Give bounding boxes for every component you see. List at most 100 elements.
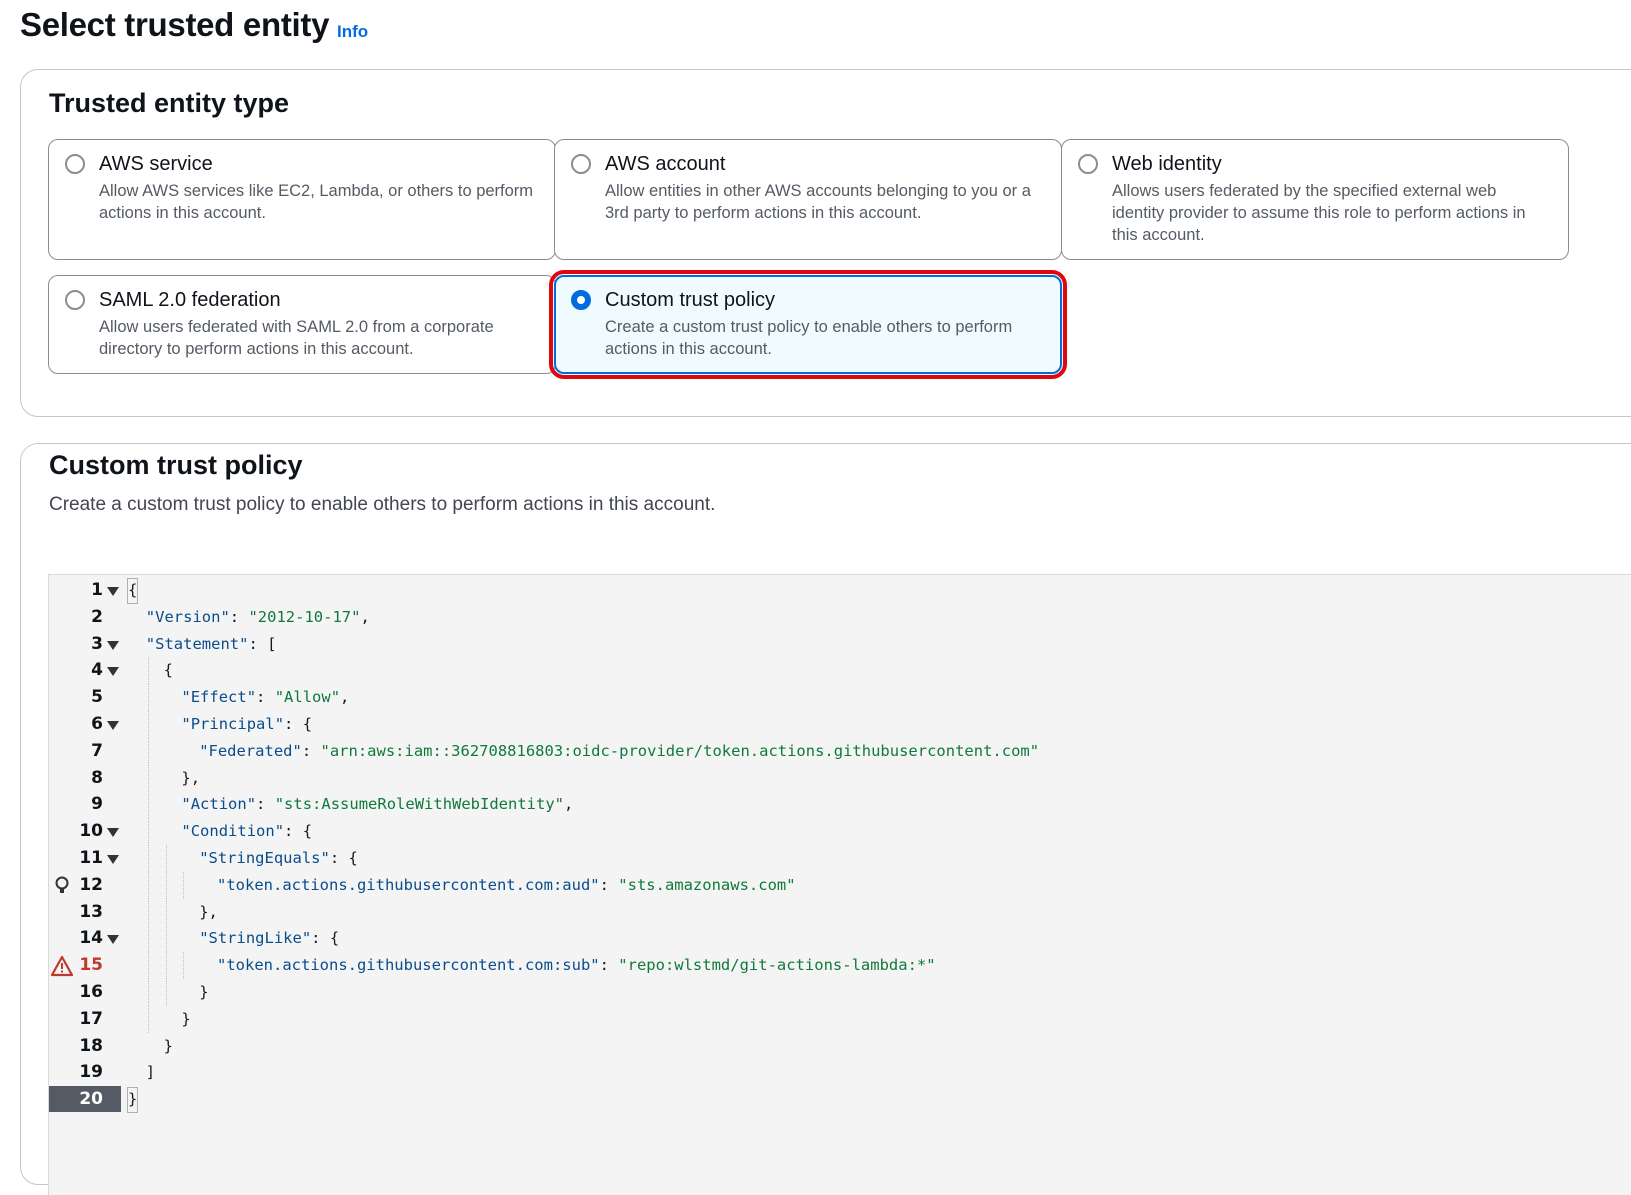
indent-guide <box>147 684 149 712</box>
bracket-match-highlight <box>127 1087 138 1114</box>
line-number: 14 <box>79 928 103 949</box>
code-line[interactable]: 4{ <box>49 657 1631 685</box>
indent-guide <box>183 871 185 899</box>
code-text: "Effect": "Allow", <box>181 688 350 707</box>
code-text: ] <box>145 1063 156 1082</box>
code-line[interactable]: 13}, <box>49 898 1631 926</box>
tile-description: Allow users federated with SAML 2.0 from… <box>99 318 494 358</box>
indent-guide <box>147 1005 149 1033</box>
code-line[interactable]: 11 "StringEquals": { <box>49 845 1631 872</box>
tile-aws-account[interactable]: AWS account Allow entities in other AWS … <box>554 139 1062 260</box>
code-line[interactable]: 18} <box>49 1033 1631 1060</box>
fold-toggle-icon[interactable] <box>107 935 119 945</box>
code-text: "Version": "2012-10-17", <box>145 607 370 626</box>
tile-aws-service[interactable]: AWS service Allow AWS services like EC2,… <box>48 139 556 260</box>
code-line[interactable]: 17} <box>49 1005 1631 1033</box>
section-heading-entity-type: Trusted entity type <box>49 88 290 118</box>
code-text: "token.actions.githubusercontent.com:aud… <box>217 875 796 894</box>
indent-guide <box>183 952 185 980</box>
code-line[interactable]: 7 "Federated": "arn:aws:iam::362708816803… <box>49 737 1631 765</box>
code-text: { <box>163 661 173 680</box>
trusted-entity-panel: Trusted entity type AWS service Allow AW… <box>20 69 1631 417</box>
fold-toggle-icon[interactable] <box>107 855 119 864</box>
fold-toggle-icon[interactable] <box>107 721 119 730</box>
fold-toggle-icon[interactable] <box>107 640 119 650</box>
indent-guide <box>147 657 149 685</box>
indent-guide <box>147 845 149 872</box>
line-number: 3 <box>91 633 103 654</box>
tile-web-identity[interactable]: Web identity Allows users federated by t… <box>1061 139 1569 260</box>
lightbulb-icon[interactable] <box>51 875 73 897</box>
radio-aws-account[interactable] <box>571 154 591 174</box>
code-text: }, <box>181 768 201 787</box>
indent-guide <box>165 925 167 953</box>
code-line[interactable]: 10 "Condition": { <box>49 818 1631 846</box>
radio-web-identity[interactable] <box>1078 154 1098 174</box>
tile-custom-trust-policy[interactable]: Custom trust policy Create a custom trus… <box>549 270 1067 379</box>
line-number: 8 <box>91 767 103 788</box>
code-line[interactable]: 9 "Action": "sts:AssumeRoleWithWebIdentit… <box>49 791 1631 819</box>
code-text: "token.actions.githubusercontent.com:sub… <box>217 956 936 975</box>
line-number: 11 <box>79 848 103 868</box>
line-number: 10 <box>79 821 103 842</box>
line-number: 17 <box>79 1008 103 1029</box>
code-line[interactable]: 3 "Statement": [ <box>49 631 1631 658</box>
code-line[interactable]: 19] <box>49 1059 1631 1086</box>
fold-toggle-icon[interactable] <box>107 587 119 596</box>
fold-toggle-icon[interactable] <box>107 667 119 677</box>
code-line[interactable]: 14 "StringLike": { <box>49 925 1631 953</box>
tile-description: Allows users federated by the specified … <box>1112 182 1526 244</box>
line-number: 16 <box>79 982 103 1002</box>
code-text: "Federated": "arn:aws:iam::362708816803:… <box>199 741 1040 760</box>
code-text: }, <box>199 902 218 921</box>
line-number: 2 <box>91 606 103 627</box>
code-line[interactable]: 2 "Version": "2012-10-17", <box>49 604 1631 631</box>
code-line[interactable]: 20} <box>49 1086 1631 1114</box>
bracket-match-highlight <box>127 578 138 604</box>
section-description: Create a custom trust policy to enable o… <box>49 494 716 515</box>
indent-guide <box>147 764 149 792</box>
code-line[interactable]: 6 "Principal": { <box>49 711 1631 738</box>
code-line[interactable]: 12 "token.actions.githubusercontent.com:a… <box>49 871 1631 899</box>
radio-saml-federation[interactable] <box>65 290 85 310</box>
indent-guide <box>165 845 167 872</box>
line-number: 7 <box>91 740 103 761</box>
line-number: 20 <box>79 1089 103 1110</box>
code-line[interactable]: 15 "token.actions.githubusercontent.com:s… <box>49 952 1631 980</box>
code-text: "Condition": { <box>181 822 313 841</box>
radio-custom-trust-policy[interactable] <box>571 290 591 310</box>
line-number: 18 <box>79 1035 103 1056</box>
tile-title: Web identity <box>1112 153 1222 175</box>
tile-title: SAML 2.0 federation <box>99 289 281 311</box>
indent-guide <box>147 818 149 846</box>
code-text: "Action": "sts:AssumeRoleWithWebIdentity… <box>181 795 574 814</box>
code-line[interactable]: 8}, <box>49 764 1631 792</box>
tile-title: Custom trust policy <box>605 289 776 311</box>
code-line[interactable]: 5 "Effect": "Allow", <box>49 684 1631 712</box>
code-text: } <box>181 1009 191 1028</box>
code-text: "Principal": { <box>181 715 313 733</box>
custom-trust-policy-panel: Custom trust policy Create a custom trus… <box>20 443 1631 1195</box>
line-number: 6 <box>91 714 103 734</box>
fold-toggle-icon[interactable] <box>107 828 119 838</box>
tile-saml-federation[interactable]: SAML 2.0 federation Allow users federate… <box>48 275 556 374</box>
tile-description: Create a custom trust policy to enable o… <box>605 318 1013 358</box>
line-number: 13 <box>79 901 103 922</box>
indent-guide <box>165 898 167 926</box>
code-text: } <box>163 1036 173 1055</box>
line-number: 4 <box>91 660 103 681</box>
indent-guide <box>147 979 149 1006</box>
radio-aws-service[interactable] <box>65 154 85 174</box>
line-number: 9 <box>91 794 103 815</box>
warning-icon[interactable] <box>51 955 73 977</box>
indent-guide <box>147 898 149 926</box>
tile-description: Allow AWS services like EC2, Lambda, or … <box>99 182 534 222</box>
indent-guide <box>147 711 149 738</box>
json-policy-editor[interactable]: 1{2 "Version": "2012-10-17", 3 "Statement":… <box>48 574 1631 1195</box>
info-link[interactable]: Info <box>337 22 368 42</box>
indent-guide <box>147 871 149 899</box>
code-line[interactable]: 1{ <box>49 577 1631 604</box>
code-line[interactable]: 16} <box>49 979 1631 1006</box>
indent-guide <box>165 952 167 980</box>
tile-title: AWS account <box>605 153 726 175</box>
